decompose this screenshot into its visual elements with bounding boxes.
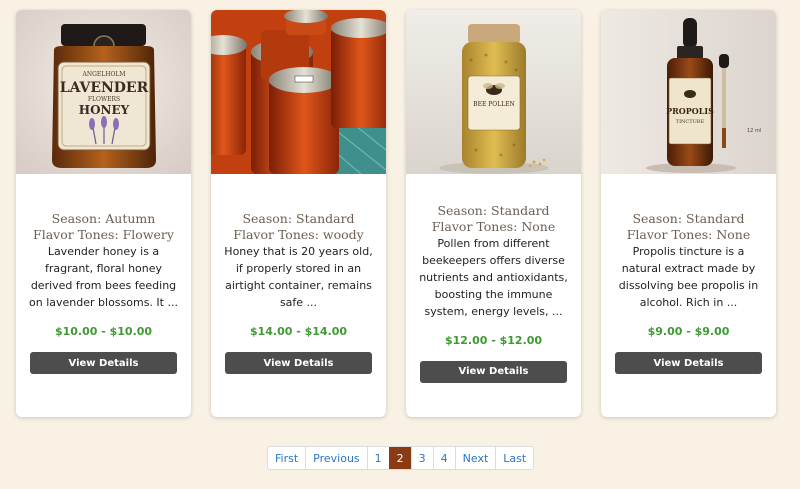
product-card: ANGELHOLM LAVENDER FLOWERS HONEY Season:… xyxy=(16,10,191,417)
jar-label-honey: HONEY xyxy=(79,103,130,117)
view-details-button[interactable]: View Details xyxy=(225,352,372,374)
season-label: Season: Standard xyxy=(242,211,355,226)
pagination-page-1[interactable]: 1 xyxy=(366,447,389,469)
season-label: Season: Autumn xyxy=(51,211,156,226)
product-card: BEE POLLEN Season: Standard Flavor Tones… xyxy=(406,10,581,417)
price-range: $9.00 - $9.00 xyxy=(647,325,730,338)
card-body: Season: Standard Flavor Tones: None Prop… xyxy=(601,168,776,417)
jar-label-brand: ANGELHOLM xyxy=(81,71,125,78)
pagination-page-3[interactable]: 3 xyxy=(410,447,433,469)
view-details-button[interactable]: View Details xyxy=(615,352,762,374)
price-range: $14.00 - $14.00 xyxy=(249,325,348,338)
product-card: Season: Standard Flavor Tones: woody Hon… xyxy=(211,10,386,417)
jar-label-title: LAVENDER xyxy=(60,80,149,96)
bottle-label-title: PROPOLIS xyxy=(666,106,714,116)
pagination-previous[interactable]: Previous xyxy=(305,447,367,469)
jar-label-sub: FLOWERS xyxy=(88,96,120,103)
jar-label-title: BEE POLLEN xyxy=(473,101,515,108)
view-details-button[interactable]: View Details xyxy=(30,352,177,374)
pagination-page-2-current[interactable]: 2 xyxy=(388,447,411,469)
pagination-last[interactable]: Last xyxy=(495,447,533,469)
pagination-first[interactable]: First xyxy=(268,447,305,469)
bottle-label-sub: TINCTURE xyxy=(676,119,705,125)
product-grid: ANGELHOLM LAVENDER FLOWERS HONEY Season:… xyxy=(16,10,776,417)
card-body: Season: Standard Flavor Tones: woody Hon… xyxy=(211,168,386,417)
product-description: Honey that is 20 years old, if properly … xyxy=(224,245,373,309)
price-range: $12.00 - $12.00 xyxy=(444,333,543,347)
flavor-tones-label: Flavor Tones: None xyxy=(626,227,751,242)
product-description: Pollen from different beekeepers offers … xyxy=(419,236,568,318)
pagination-next[interactable]: Next xyxy=(454,447,496,469)
product-description: Propolis tincture is a natural extract m… xyxy=(618,245,759,309)
card-body: Season: Standard Flavor Tones: None Poll… xyxy=(406,168,581,417)
season-label: Season: Standard xyxy=(632,211,745,226)
propolis-tincture-bottle-image[interactable]: PROPOLIS TINCTURE 12 ml xyxy=(601,10,776,174)
flavor-tones-label: Flavor Tones: Flowery xyxy=(33,227,174,242)
product-card: PROPOLIS TINCTURE 12 ml Season: Standard… xyxy=(601,10,776,417)
honey-mason-jars-image[interactable] xyxy=(211,10,386,174)
pagination: First Previous 1 2 3 4 Next Last xyxy=(267,446,535,470)
flavor-tones-label: Flavor Tones: woody xyxy=(233,227,364,242)
season-label: Season: Standard xyxy=(437,202,550,218)
flavor-tones-label: Flavor Tones: None xyxy=(431,218,556,234)
bee-pollen-jar-image[interactable]: BEE POLLEN xyxy=(406,10,581,174)
view-details-button[interactable]: View Details xyxy=(420,360,567,383)
card-body: Season: Autumn Flavor Tones: Flowery Lav… xyxy=(16,168,191,417)
price-range: $10.00 - $10.00 xyxy=(54,325,153,338)
lavender-honey-jar-image[interactable]: ANGELHOLM LAVENDER FLOWERS HONEY xyxy=(16,10,191,174)
bottle-volume: 12 ml xyxy=(747,128,761,134)
product-description: Lavender honey is a fragrant, floral hon… xyxy=(29,245,178,309)
pagination-page-4[interactable]: 4 xyxy=(432,447,455,469)
